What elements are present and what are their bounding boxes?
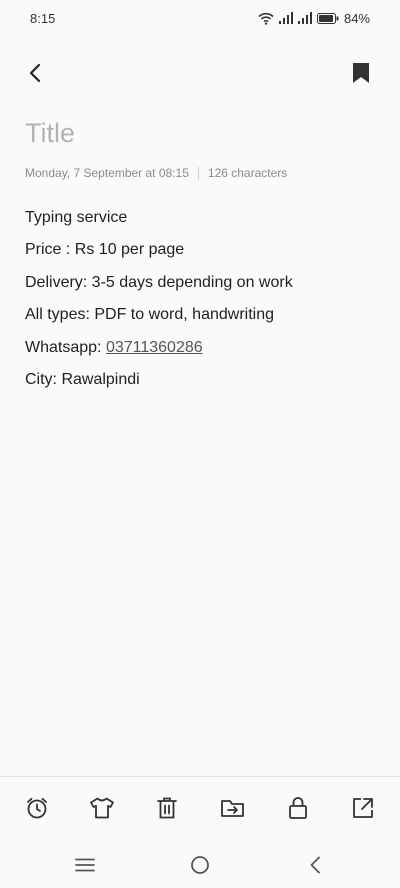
char-count: 126 characters <box>207 166 288 180</box>
move-folder-icon <box>220 797 246 824</box>
reminder-button[interactable] <box>22 796 52 826</box>
note-line: Price : Rs 10 per page <box>25 241 185 259</box>
note-title-input[interactable]: Title <box>25 118 75 149</box>
note-line-whatsapp: Whatsapp: 03711360286 <box>25 334 380 366</box>
menu-icon <box>75 858 95 877</box>
theme-shirt-icon <box>89 796 115 825</box>
back-button[interactable] <box>22 62 48 88</box>
delete-button[interactable] <box>152 796 182 826</box>
note-body[interactable]: Typing service Price : Rs 10 per page De… <box>25 204 380 398</box>
phone-number-link[interactable]: 03711360286 <box>106 339 203 356</box>
alarm-icon <box>25 796 49 825</box>
system-back-button[interactable] <box>302 854 328 880</box>
battery-percent: 84% <box>343 10 370 26</box>
note-line: All types: PDF to word, handwriting <box>25 306 274 324</box>
recent-apps-button[interactable] <box>72 854 98 880</box>
note-line: City: Rawalpindi <box>25 370 140 388</box>
share-button[interactable] <box>348 796 378 826</box>
meta-divider <box>197 166 199 180</box>
note-line: Delivery: 3-5 days depending on work <box>25 273 293 291</box>
back-icon <box>309 856 321 879</box>
battery-icon <box>316 12 339 24</box>
signal-icon <box>297 12 312 24</box>
note-line: Typing service <box>25 209 128 226</box>
whatsapp-label: Whatsapp: <box>25 338 106 356</box>
home-icon <box>190 855 210 880</box>
bookmark-icon <box>352 62 370 89</box>
chevron-left-icon <box>28 63 42 88</box>
bottom-toolbar <box>0 776 400 844</box>
signal-icon <box>278 12 293 24</box>
move-button[interactable] <box>218 796 248 826</box>
note-meta: Monday, 7 September at 08:15 126 charact… <box>25 166 287 180</box>
wifi-icon <box>258 12 274 25</box>
theme-button[interactable] <box>87 796 117 826</box>
top-toolbar <box>0 54 400 94</box>
bookmark-button[interactable] <box>348 62 374 88</box>
lock-button[interactable] <box>283 796 313 826</box>
home-button[interactable] <box>187 854 213 880</box>
delete-icon <box>156 796 178 825</box>
status-time: 8:15 <box>30 10 56 26</box>
status-bar: 8:15 84% <box>0 0 400 36</box>
share-icon <box>351 796 375 825</box>
lock-icon <box>288 796 308 825</box>
note-date: Monday, 7 September at 08:15 <box>25 166 189 180</box>
system-nav-bar <box>0 844 400 888</box>
status-icons: 84% <box>258 11 370 26</box>
